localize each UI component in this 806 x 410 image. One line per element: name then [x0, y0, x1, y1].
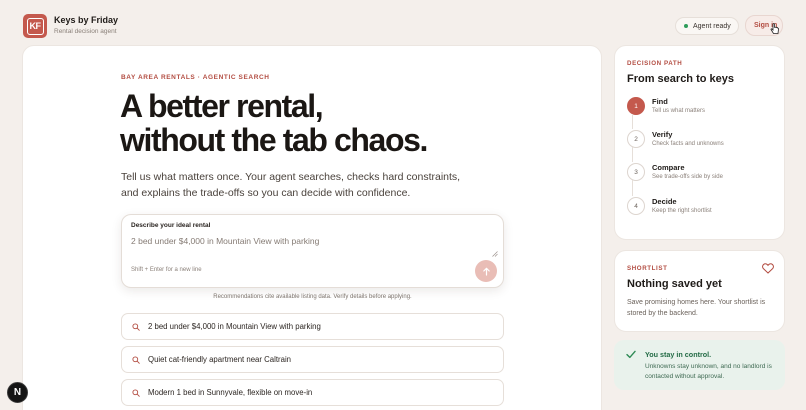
step-verify: 2 Verify Check facts and unknowns	[627, 130, 777, 156]
suggestion-label: Quiet cat-friendly apartment near Caltra…	[148, 355, 292, 364]
suggestion-item[interactable]: Quiet cat-friendly apartment near Caltra…	[121, 346, 504, 373]
step-description: See trade-offs side by side	[652, 174, 723, 180]
decision-path-title: From search to keys	[627, 73, 734, 85]
heart-icon[interactable]	[762, 263, 774, 274]
step-title: Decide	[652, 197, 677, 206]
step-title: Verify	[652, 130, 673, 139]
control-text: Unknowns stay unknown, and no landlord i…	[645, 363, 772, 380]
hero-subtitle: Tell us what matters once. Your agent se…	[121, 171, 461, 199]
search-icon	[132, 355, 140, 364]
step-title: Find	[652, 97, 668, 106]
step-description: Keep the right shortlist	[652, 208, 712, 214]
step-compare: 3 Compare See trade-offs side by side	[627, 163, 777, 189]
step-description: Check facts and unknowns	[652, 141, 724, 147]
hero-title: A better rental, without the tab chaos.	[120, 89, 540, 157]
step-description: Tell us what matters	[652, 108, 706, 114]
shortlist-title: Nothing saved yet	[627, 278, 722, 290]
step-find: 1 Find Tell us what matters	[627, 97, 777, 123]
suggestion-label: Modern 1 bed in Sunnyvale, flexible on m…	[148, 388, 313, 397]
app-header: KF Keys by Friday Rental decision agent …	[0, 0, 806, 46]
resize-handle-icon[interactable]	[492, 251, 498, 257]
suggestion-item[interactable]: 2 bed under $4,000 in Mountain View with…	[121, 313, 504, 340]
step-decide: 4 Decide Keep the right shortlist	[627, 197, 777, 223]
search-panel: BAY AREA RENTALS · AGENTIC SEARCH A bett…	[22, 45, 602, 410]
search-icon	[132, 388, 140, 397]
step-connector	[632, 114, 633, 129]
control-title: You stay in control.	[645, 350, 712, 359]
step-connector	[632, 180, 633, 196]
step-connector	[632, 147, 633, 162]
shortlist-card: SHORTLIST Nothing saved yet Save promisi…	[614, 250, 785, 332]
rental-prompt-input[interactable]	[131, 234, 461, 248]
control-notice: You stay in control. Unknowns stay unkno…	[614, 340, 785, 390]
brand-subtitle: Rental decision agent	[54, 28, 117, 35]
rental-prompt-box[interactable]: Describe your ideal rental Shift + Enter…	[121, 214, 504, 288]
logo-mark: KF	[26, 17, 44, 35]
prompt-label: Describe your ideal rental	[131, 222, 211, 229]
shortlist-text: Save promising homes here. Your shortlis…	[627, 299, 766, 317]
shortlist-eyebrow: SHORTLIST	[627, 265, 668, 272]
suggestion-item[interactable]: Modern 1 bed in Sunnyvale, flexible on m…	[121, 379, 504, 406]
step-number: 1	[627, 97, 645, 115]
step-number: 2	[627, 130, 645, 148]
suggestion-label: 2 bed under $4,000 in Mountain View with…	[148, 322, 321, 331]
citation-note: Recommendations cite available listing d…	[213, 294, 412, 300]
arrow-up-icon	[482, 267, 490, 276]
pointer-cursor-icon	[770, 23, 779, 34]
hero-eyebrow: BAY AREA RENTALS · AGENTIC SEARCH	[121, 74, 270, 81]
prompt-hint: Shift + Enter for a new line	[131, 267, 202, 273]
decision-path-eyebrow: DECISION PATH	[627, 60, 683, 67]
brand-logo[interactable]: KF	[23, 14, 47, 38]
agent-status-badge: Agent ready	[675, 17, 739, 35]
send-button[interactable]	[475, 260, 497, 282]
search-icon	[132, 322, 140, 331]
status-dot-icon	[684, 24, 688, 28]
step-number: 3	[627, 163, 645, 181]
hero-title-line-2: without the tab chaos.	[120, 122, 428, 158]
hero-title-line-1: A better rental,	[120, 88, 324, 124]
step-number: 4	[627, 197, 645, 215]
agent-status-label: Agent ready	[693, 22, 731, 30]
brand-name: Keys by Friday	[54, 15, 119, 25]
dev-tools-badge[interactable]: N	[7, 382, 28, 403]
check-icon	[626, 350, 636, 359]
decision-path-card: DECISION PATH From search to keys 1 Find…	[614, 45, 785, 240]
step-title: Compare	[652, 163, 685, 172]
